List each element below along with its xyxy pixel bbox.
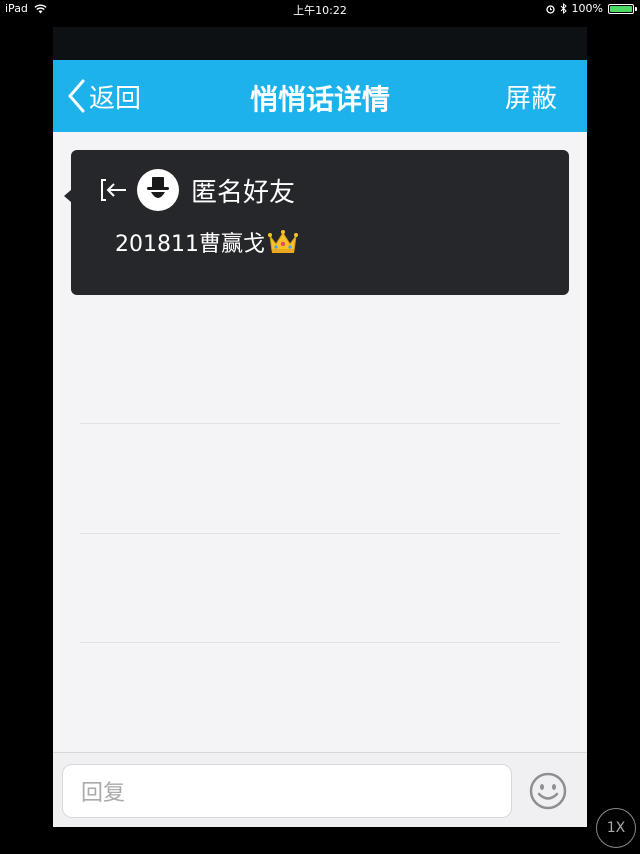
reply-placeholder: 回复 — [81, 781, 126, 806]
battery-icon — [608, 3, 637, 14]
whisper-card: 匿名好友 201811曹赢戈 — [64, 150, 569, 295]
emoji-icon[interactable] — [528, 771, 568, 811]
status-bar: iPad 上午10:22 100% — [0, 0, 640, 18]
window-top-bar — [53, 27, 587, 60]
message-text-row: 201811曹赢戈 — [115, 226, 299, 258]
status-time: 上午10:22 — [293, 4, 347, 17]
reply-bar: 回复 — [53, 752, 587, 827]
zoom-button[interactable]: 1X — [596, 808, 636, 848]
divider — [80, 533, 560, 534]
app-window: 返回 悄悄话详情 屏蔽 匿名好友 201811曹赢戈 回复 — [53, 27, 587, 827]
sender-name: 匿名好友 — [191, 177, 296, 208]
block-button[interactable]: 屏蔽 — [505, 78, 557, 115]
alarm-icon — [545, 4, 555, 14]
divider — [80, 642, 560, 643]
reply-input[interactable]: 回复 — [62, 764, 512, 818]
navigation-bar: 返回 悄悄话详情 屏蔽 — [53, 60, 587, 132]
crown-icon — [267, 230, 298, 253]
bluetooth-icon — [560, 3, 567, 14]
card-pointer — [64, 190, 71, 202]
battery-percent: 100% — [571, 2, 603, 15]
status-right: 100% — [545, 2, 637, 15]
avatar — [137, 169, 179, 211]
exit-icon[interactable] — [99, 175, 129, 205]
anonymous-icon — [147, 177, 169, 198]
message-text: 201811曹赢戈 — [115, 232, 265, 257]
divider — [80, 423, 560, 424]
sender-row: 匿名好友 — [99, 169, 295, 211]
